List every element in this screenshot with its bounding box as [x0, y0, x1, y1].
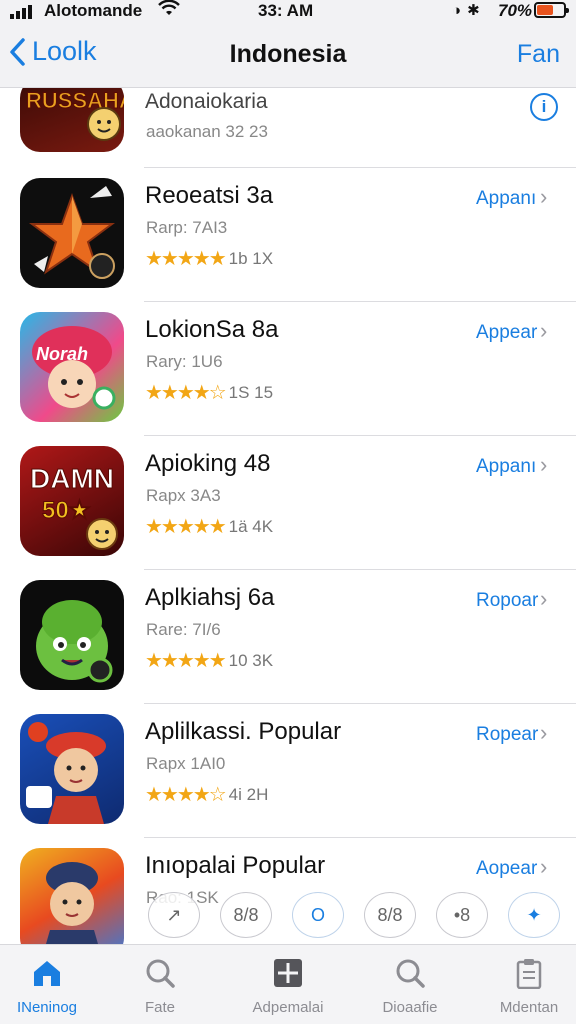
app-rank: Rapx 3A3	[146, 486, 221, 505]
bluetooth-icon: ✱	[467, 2, 480, 19]
refresh-icon[interactable]: O	[292, 892, 344, 938]
svg-text:50★: 50★	[42, 497, 91, 524]
rating-count: 10 3K	[228, 650, 274, 670]
status-time: 33: AM	[258, 1, 314, 20]
get-button[interactable]: Ropoar	[476, 590, 538, 612]
get-button[interactable]: Ropear	[476, 724, 538, 746]
chevron-right-icon[interactable]: ›	[540, 720, 547, 746]
tab-label: Fate	[144, 999, 175, 1016]
app-name: Aplkiahsj 6a	[145, 584, 275, 611]
app-rank: Rarp: 7AI3	[146, 218, 228, 237]
search-icon	[396, 959, 425, 988]
battery-icon	[534, 2, 569, 18]
app-name: LokionSa 8a	[145, 316, 279, 343]
star-rating: ★★★★★	[145, 248, 227, 270]
home-icon	[34, 961, 60, 986]
green-monster-icon	[20, 580, 124, 690]
app-rank: Rary: 1U6	[146, 352, 223, 371]
fighter-game-icon: RUSSAHAN	[20, 88, 124, 152]
nav-right-button[interactable]: Fan	[517, 40, 560, 69]
tab-discover[interactable]: Dioaafie	[355, 945, 465, 1024]
tab-apps[interactable]: Adpemalai	[233, 945, 343, 1024]
list-item[interactable]: DAMN 50★ Apioking 48 Rapx 3A3 ★★★★★ 1ä 4K…	[0, 436, 576, 570]
page-title: Indonesia	[229, 40, 347, 68]
get-button[interactable]: Appear	[476, 322, 537, 344]
grid-icon[interactable]: 8/8	[220, 892, 272, 938]
wifi-icon	[158, 0, 180, 22]
star-rating: ★★★★★	[145, 516, 227, 538]
star-rating: ★★★★★	[145, 650, 227, 672]
origami-star-icon	[20, 178, 124, 288]
tab-label: Mdentan	[499, 999, 559, 1016]
share-icon[interactable]: ↗	[148, 892, 200, 938]
chevron-right-icon[interactable]: ›	[540, 318, 547, 344]
app-name: Adonaiokaria	[145, 90, 268, 113]
info-icon[interactable]: i	[530, 93, 558, 121]
app-name: Reoeatsi 3a	[145, 182, 274, 209]
chevron-right-icon[interactable]: ›	[540, 452, 547, 478]
rating: ★★★★☆ 4i 2H	[145, 782, 268, 807]
rating: ★★★★★ 1ä 4K	[145, 514, 273, 539]
list-item[interactable]: Aplilkassi. Popular Rapx 1AI0 ★★★★☆ 4i 2…	[0, 704, 576, 838]
app-rank: aaokanan 32 23	[146, 122, 268, 141]
cartoon-girl-icon: Norah	[20, 312, 124, 422]
search-icon	[146, 959, 175, 988]
chevron-right-icon[interactable]: ›	[540, 184, 547, 210]
navigation-bar: Loolk Indonesia Fan	[0, 22, 576, 88]
tab-label: Adpemalai	[252, 999, 324, 1016]
list-item[interactable]: RUSSAHAN Adonaiokaria aaokanan 32 23 i	[0, 88, 576, 168]
cartoon-boy-icon	[20, 714, 124, 824]
list-item[interactable]: Reoeatsi 3a Rarp: 7AI3 ★★★★★ 1b 1X Appan…	[0, 168, 576, 302]
app-name: Aplilkassi. Popular	[145, 718, 342, 745]
lock-rotation-icon: ◑	[452, 1, 462, 19]
rating-count: 1S 15	[228, 382, 274, 402]
damn-badge-icon: DAMN 50★	[20, 446, 124, 556]
chevron-right-icon[interactable]: ›	[540, 854, 547, 880]
list-item[interactable]: Aplkiahsj 6a Rare: 7I/6 ★★★★★ 10 3K Ropo…	[0, 570, 576, 704]
app-name: Apioking 48	[145, 450, 271, 477]
list-item[interactable]: Norah LokionSa 8a Rary: 1U6 ★★★★☆ 1S 15 …	[0, 302, 576, 436]
rating: ★★★★☆ 1S 15	[145, 380, 273, 405]
rating-count: 1b 1X	[228, 248, 274, 268]
quick-actions: ↗ 8/8 O 8/8 •8 ✦	[148, 892, 560, 938]
dice-icon[interactable]: 8/8	[364, 892, 416, 938]
signal-icon	[10, 5, 32, 19]
tab-search[interactable]: Fate	[105, 945, 215, 1024]
get-button[interactable]: Appanı	[476, 456, 536, 478]
tab-bar: INeninog Fate Adpemalai Dioaafie Mdentan	[0, 944, 576, 1024]
svg-text:DAMN: DAMN	[30, 463, 114, 494]
app-name: Inıopalai Popular	[145, 852, 326, 879]
apps-grid-icon	[274, 959, 302, 987]
cartoon-student-icon	[20, 848, 124, 944]
star-rating: ★★★★☆	[145, 382, 227, 404]
status-bar: Alotomande 33: AM ◑ ✱ 70%	[0, 0, 576, 22]
rating: ★★★★★ 10 3K	[145, 648, 273, 673]
rating: ★★★★★ 1b 1X	[145, 246, 273, 271]
app-list: RUSSAHAN Adonaiokaria aaokanan 32 23 i R…	[0, 88, 576, 944]
tab-label: Dioaafie	[382, 999, 438, 1016]
tab-label: INeninog	[16, 999, 78, 1016]
dots-icon[interactable]: •8	[436, 892, 488, 938]
battery-percent: 70%	[498, 1, 533, 20]
svg-text:Norah: Norah	[36, 344, 88, 364]
app-rank: Rapx 1AI0	[146, 754, 226, 773]
get-button[interactable]: Appanı	[476, 188, 536, 210]
app-rank: Rare: 7I/6	[146, 620, 221, 639]
get-button[interactable]: Aopear	[476, 858, 537, 880]
rating-count: 4i 2H	[228, 784, 269, 804]
star-rating: ★★★★☆	[145, 784, 227, 806]
chevron-right-icon[interactable]: ›	[540, 586, 547, 612]
tab-updates[interactable]: Mdentan	[474, 945, 576, 1024]
rating-count: 1ä 4K	[228, 516, 274, 536]
badge-icon[interactable]: ✦	[508, 892, 560, 938]
tab-home[interactable]: INeninog	[0, 945, 102, 1024]
carrier-label: Alotomande	[44, 1, 143, 20]
clipboard-icon	[516, 959, 542, 989]
